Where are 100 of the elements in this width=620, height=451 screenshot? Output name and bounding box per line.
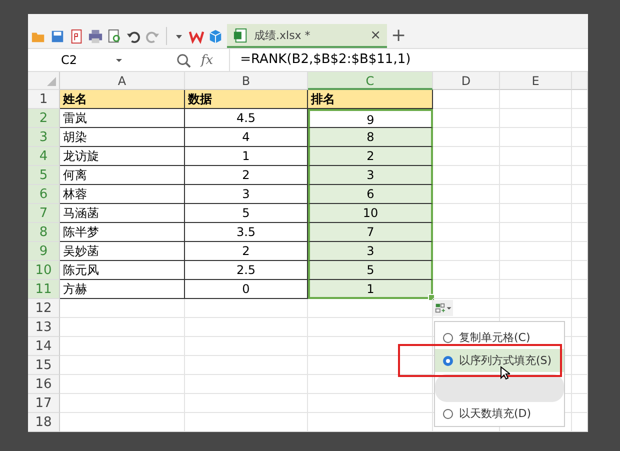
empty-cell[interactable] xyxy=(500,185,572,204)
empty-cell[interactable] xyxy=(500,242,572,261)
empty-cell[interactable] xyxy=(572,204,588,223)
table-cell[interactable]: 6 xyxy=(308,185,433,204)
empty-cell[interactable] xyxy=(500,280,572,299)
empty-cell[interactable] xyxy=(572,375,588,394)
row-header[interactable]: 13 xyxy=(28,318,60,337)
empty-cell[interactable] xyxy=(572,109,588,128)
row-header[interactable]: 1 xyxy=(28,90,60,109)
column-header[interactable]: D xyxy=(433,72,500,90)
empty-cell[interactable] xyxy=(572,185,588,204)
empty-cell[interactable] xyxy=(572,261,588,280)
empty-cell[interactable] xyxy=(500,147,572,166)
column-header[interactable] xyxy=(572,72,588,90)
print-icon[interactable] xyxy=(88,28,103,44)
empty-cell[interactable] xyxy=(572,337,588,356)
table-cell[interactable]: 5 xyxy=(308,261,433,280)
empty-cell[interactable] xyxy=(500,261,572,280)
table-cell[interactable]: 陈半梦 xyxy=(60,223,185,242)
file-tab[interactable]: 成绩.xlsx * × xyxy=(227,24,387,48)
table-cell[interactable]: 雷岚 xyxy=(60,109,185,128)
empty-cell[interactable] xyxy=(308,394,433,413)
column-header[interactable]: B xyxy=(185,72,308,90)
table-cell[interactable]: 4.5 xyxy=(185,109,308,128)
empty-cell[interactable] xyxy=(185,413,308,432)
table-cell[interactable]: 姓名 xyxy=(60,90,185,109)
empty-cell[interactable] xyxy=(500,109,572,128)
empty-cell[interactable] xyxy=(572,242,588,261)
table-cell[interactable]: 陈元风 xyxy=(60,261,185,280)
empty-cell[interactable] xyxy=(185,337,308,356)
empty-cell[interactable] xyxy=(500,90,572,109)
table-cell[interactable]: 7 xyxy=(308,223,433,242)
row-header[interactable]: 16 xyxy=(28,375,60,394)
table-cell[interactable]: 1 xyxy=(308,280,433,299)
table-cell[interactable]: 8 xyxy=(308,128,433,147)
select-all-corner[interactable] xyxy=(28,72,60,90)
table-cell[interactable]: 龙访旋 xyxy=(60,147,185,166)
empty-cell[interactable] xyxy=(308,375,433,394)
column-header[interactable]: E xyxy=(500,72,572,90)
radio-button[interactable] xyxy=(443,356,453,366)
close-tab-button[interactable]: × xyxy=(370,28,381,42)
table-cell[interactable]: 2 xyxy=(308,147,433,166)
empty-cell[interactable] xyxy=(572,394,588,413)
menu-item[interactable]: 以天数填充(D) xyxy=(435,402,564,425)
magnifier-icon[interactable] xyxy=(176,52,191,68)
empty-cell[interactable] xyxy=(572,356,588,375)
empty-cell[interactable] xyxy=(185,375,308,394)
table-cell[interactable]: 吴妙菡 xyxy=(60,242,185,261)
empty-cell[interactable] xyxy=(500,128,572,147)
radio-button[interactable] xyxy=(443,332,453,342)
menu-item[interactable]: 以序列方式填充(S) xyxy=(435,349,564,372)
table-cell[interactable]: 方赫 xyxy=(60,280,185,299)
empty-cell[interactable] xyxy=(185,299,308,318)
empty-cell[interactable] xyxy=(433,299,500,318)
fill-options-button[interactable] xyxy=(433,300,453,316)
table-cell[interactable]: 3 xyxy=(308,166,433,185)
table-cell[interactable]: 数据 xyxy=(185,90,308,109)
empty-cell[interactable] xyxy=(572,318,588,337)
radio-button[interactable] xyxy=(443,408,453,418)
empty-cell[interactable] xyxy=(572,128,588,147)
table-cell[interactable]: 排名 xyxy=(308,90,433,109)
table-cell[interactable]: 3 xyxy=(308,242,433,261)
row-header[interactable]: 12 xyxy=(28,299,60,318)
row-header[interactable]: 14 xyxy=(28,337,60,356)
pdf-export-icon[interactable] xyxy=(69,28,84,44)
table-cell[interactable]: 何离 xyxy=(60,166,185,185)
w-logo-icon[interactable] xyxy=(189,28,204,44)
print-preview-icon[interactable] xyxy=(107,28,122,44)
empty-cell[interactable] xyxy=(500,204,572,223)
empty-cell[interactable] xyxy=(185,356,308,375)
empty-cell[interactable] xyxy=(572,280,588,299)
empty-cell[interactable] xyxy=(185,394,308,413)
empty-cell[interactable] xyxy=(572,299,588,318)
empty-cell[interactable] xyxy=(572,413,588,432)
empty-cell[interactable] xyxy=(308,318,433,337)
empty-cell[interactable] xyxy=(572,166,588,185)
row-header[interactable]: 15 xyxy=(28,356,60,375)
formula-field[interactable]: =RANK(B2,$B$2:$B$11,1) xyxy=(229,49,588,71)
empty-cell[interactable] xyxy=(185,318,308,337)
name-box[interactable]: C2 xyxy=(28,49,136,71)
empty-cell[interactable] xyxy=(500,166,572,185)
empty-cell[interactable] xyxy=(500,223,572,242)
menu-item[interactable]: 复制单元格(C) xyxy=(435,326,564,349)
empty-cell[interactable] xyxy=(500,299,572,318)
table-cell[interactable]: 马涵菡 xyxy=(60,204,185,223)
empty-cell[interactable] xyxy=(308,413,433,432)
undo-icon[interactable] xyxy=(126,28,141,44)
table-cell[interactable]: 林蓉 xyxy=(60,185,185,204)
table-cell[interactable]: 10 xyxy=(308,204,433,223)
table-cell[interactable]: 胡染 xyxy=(60,128,185,147)
save-icon[interactable] xyxy=(50,28,65,44)
function-button[interactable]: fx xyxy=(201,52,214,68)
cube-icon[interactable] xyxy=(208,28,223,44)
empty-cell[interactable] xyxy=(308,337,433,356)
row-header[interactable]: 17 xyxy=(28,394,60,413)
empty-cell[interactable] xyxy=(572,223,588,242)
empty-cell[interactable] xyxy=(572,147,588,166)
new-tab-button[interactable]: + xyxy=(391,27,406,45)
empty-cell[interactable] xyxy=(433,109,500,128)
column-header[interactable]: A xyxy=(60,72,185,90)
